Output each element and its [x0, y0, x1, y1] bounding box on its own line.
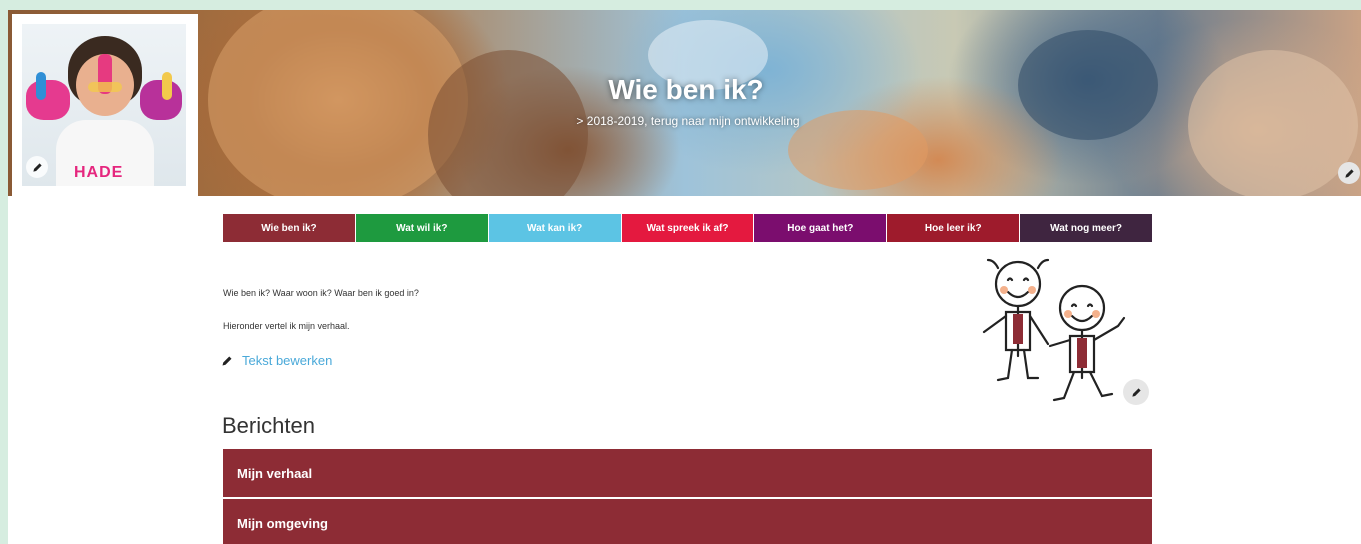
- kid-1-cheek: [1028, 286, 1036, 294]
- profile-photo-frame: HADE: [12, 14, 198, 196]
- banner-subtitle-link[interactable]: > 2018-2019, terug naar mijn ontwikkelin…: [548, 114, 828, 128]
- banner-title: Wie ben ik?: [608, 74, 764, 105]
- edit-banner-button[interactable]: [1338, 162, 1360, 184]
- pencil-icon: [1344, 168, 1354, 178]
- section-tabs: Wie ben ik? Wat wil ik? Wat kan ik? Wat …: [223, 214, 1153, 242]
- post-item-label: Mijn verhaal: [237, 465, 313, 481]
- intro-text-line-1: Wie ben ik? Waar woon ik? Waar ben ik go…: [223, 288, 419, 298]
- kid-1-cheek: [1000, 286, 1008, 294]
- tab-wat-nog-meer[interactable]: Wat nog meer?: [1020, 214, 1153, 242]
- pencil-icon: [222, 356, 232, 365]
- edit-text-link[interactable]: Tekst bewerken: [221, 353, 332, 368]
- kid-2-cheek: [1064, 310, 1072, 318]
- post-item-mijn-verhaal[interactable]: Mijn verhaal: [223, 449, 1152, 497]
- photo-left-hand: [26, 80, 70, 120]
- kid-1-tie: [1013, 314, 1023, 344]
- edit-illustration-button[interactable]: [1123, 379, 1149, 405]
- banner-sand-spot: [1188, 50, 1358, 196]
- posts-section-title: Berichten: [222, 413, 315, 438]
- edit-photo-button[interactable]: [26, 156, 48, 178]
- edit-text-label: Tekst bewerken: [242, 353, 333, 368]
- post-item-mijn-omgeving[interactable]: Mijn omgeving: [223, 499, 1152, 544]
- kids-illustration: [982, 258, 1126, 402]
- pencil-icon: [32, 162, 42, 172]
- tab-hoe-gaat-het[interactable]: Hoe gaat het?: [754, 214, 888, 242]
- photo-right-finger: [162, 72, 172, 100]
- banner-dark-spot: [1018, 30, 1158, 140]
- photo-paint-2: [88, 82, 122, 92]
- page: Wie ben ik? > 2018-2019, terug naar mijn…: [8, 10, 1361, 544]
- kid-2-tie: [1077, 338, 1087, 368]
- pencil-icon: [1131, 387, 1141, 397]
- header-banner: Wie ben ik? > 2018-2019, terug naar mijn…: [8, 10, 1361, 196]
- post-item-label: Mijn omgeving: [237, 515, 328, 531]
- kid-2-cheek: [1092, 310, 1100, 318]
- photo-right-hand: [140, 80, 182, 120]
- tab-wat-kan-ik[interactable]: Wat kan ik?: [488, 214, 622, 242]
- photo-left-finger: [36, 72, 46, 100]
- tab-wat-spreek-ik-af[interactable]: Wat spreek ik af?: [621, 214, 755, 242]
- tab-wat-wil-ik[interactable]: Wat wil ik?: [355, 214, 489, 242]
- photo-shirt-text: HADE: [74, 164, 124, 181]
- tab-hoe-leer-ik[interactable]: Hoe leer ik?: [887, 214, 1021, 242]
- banner-hair-shape: [208, 10, 468, 196]
- intro-text-line-2: Hieronder vertel ik mijn verhaal.: [223, 321, 350, 331]
- tab-wie-ben-ik[interactable]: Wie ben ik?: [223, 214, 356, 242]
